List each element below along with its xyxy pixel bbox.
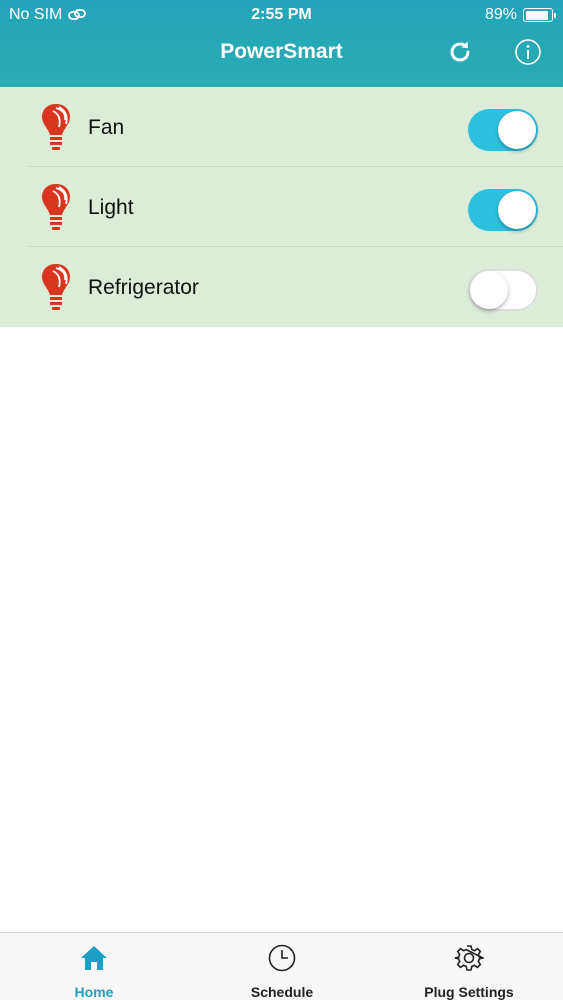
tab-label: Plug Settings bbox=[424, 984, 514, 1000]
page-title: PowerSmart bbox=[220, 40, 343, 63]
device-row-refrigerator: Refrigerator bbox=[0, 247, 563, 327]
tab-label: Home bbox=[74, 984, 114, 1000]
device-name: Light bbox=[88, 196, 134, 219]
device-toggle[interactable] bbox=[468, 269, 538, 311]
bulb-icon bbox=[42, 264, 70, 310]
bulb-icon bbox=[42, 104, 70, 150]
bulb-icon bbox=[42, 184, 70, 230]
clock-icon bbox=[268, 944, 296, 972]
device-row-light: Light bbox=[0, 167, 563, 247]
device-row-fan: Fan bbox=[0, 87, 563, 167]
app-header: No SIM 2:55 PM 89% PowerSmart bbox=[0, 0, 563, 87]
refresh-icon bbox=[450, 41, 470, 62]
info-icon bbox=[515, 39, 541, 65]
battery-percent: 89% bbox=[484, 6, 517, 23]
device-toggle[interactable] bbox=[468, 189, 538, 231]
tab-schedule[interactable]: Schedule bbox=[188, 933, 376, 1000]
info-button[interactable] bbox=[513, 37, 543, 67]
status-time: 2:55 PM bbox=[251, 6, 312, 23]
device-list: Fan Light Refrigerator bbox=[0, 87, 563, 327]
gear-icon bbox=[454, 945, 484, 971]
device-name: Fan bbox=[88, 116, 125, 139]
tab-plug-settings[interactable]: Plug Settings bbox=[375, 933, 563, 1000]
refresh-button[interactable] bbox=[445, 37, 475, 67]
status-bar: No SIM 2:55 PM 89% bbox=[0, 0, 563, 30]
tab-home[interactable]: Home bbox=[0, 933, 188, 1000]
device-name: Refrigerator bbox=[88, 276, 199, 299]
home-icon bbox=[81, 946, 107, 970]
tab-label: Schedule bbox=[250, 984, 314, 1000]
battery-icon bbox=[523, 8, 556, 22]
device-toggle[interactable] bbox=[468, 109, 538, 151]
tab-bar: Home Schedule Plug Settings bbox=[0, 932, 563, 1000]
